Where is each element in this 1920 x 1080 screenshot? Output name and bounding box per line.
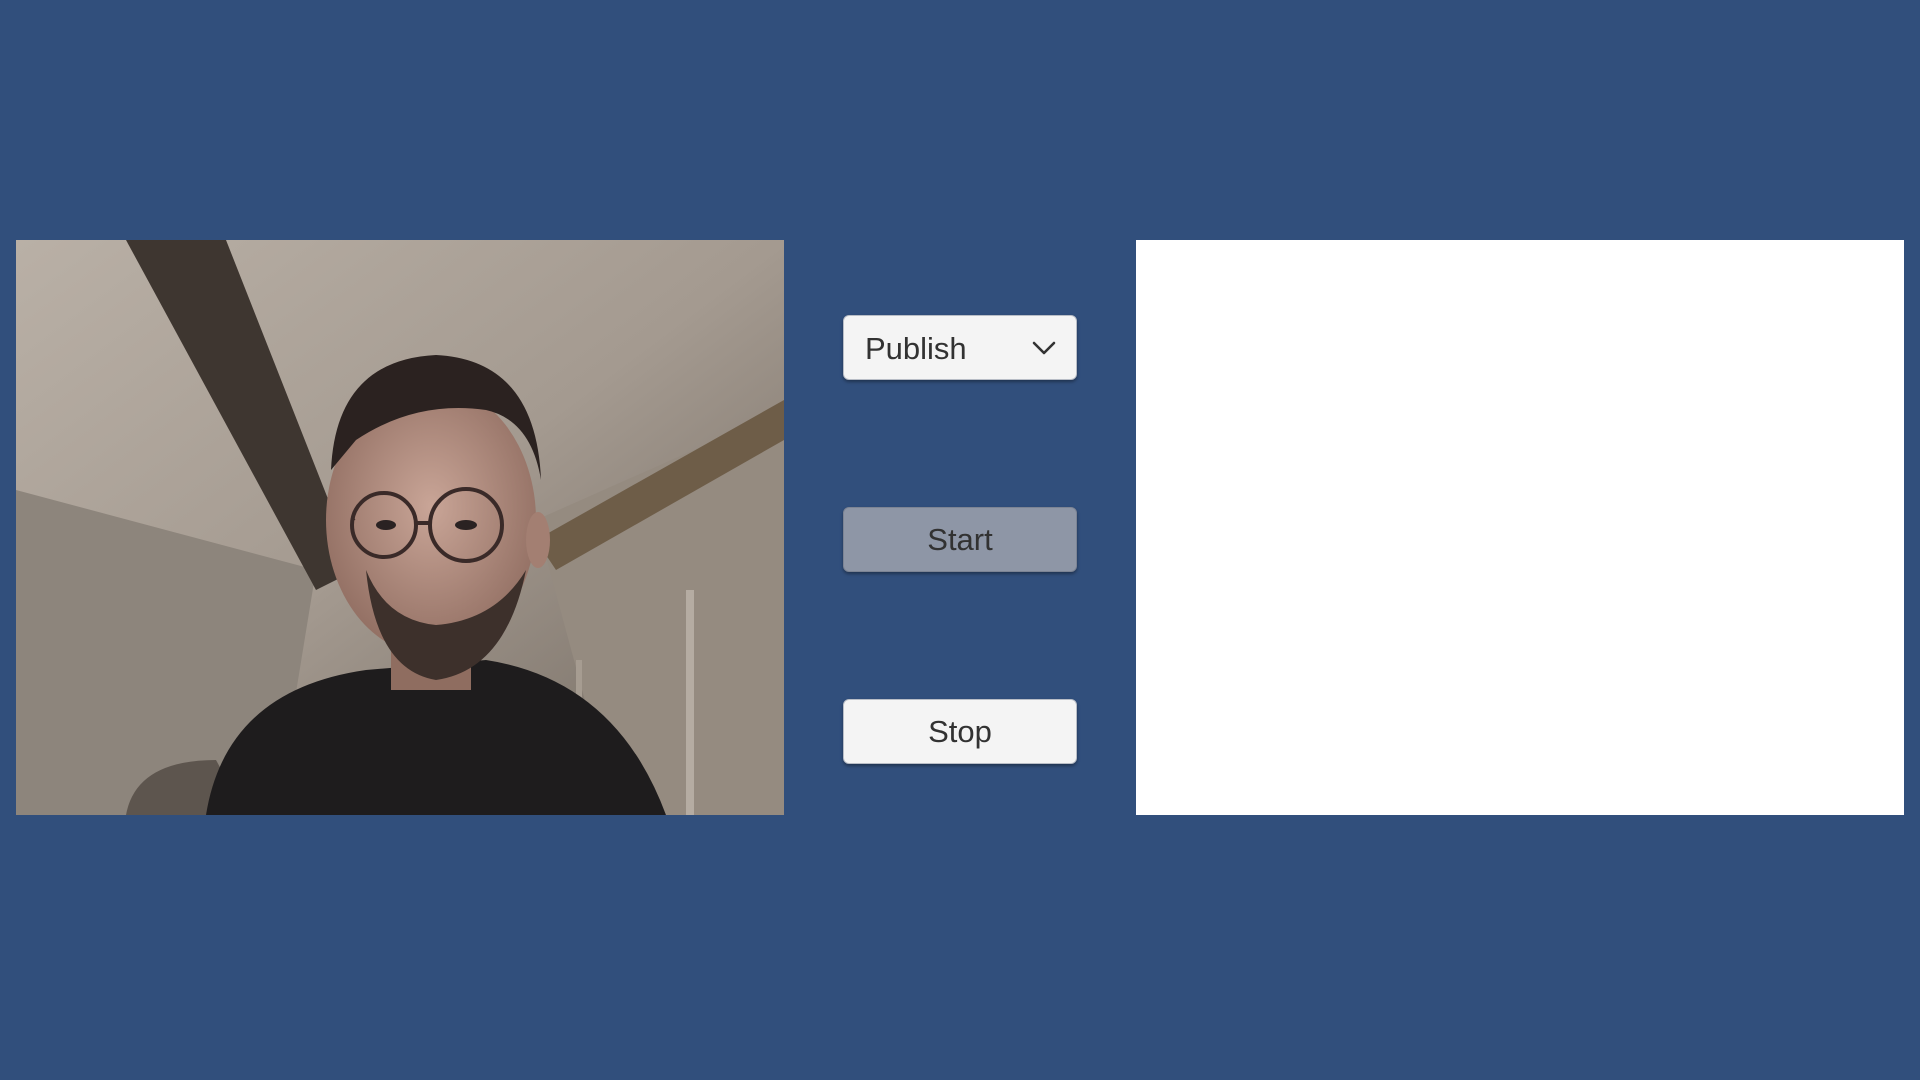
start-button[interactable]: Start: [843, 507, 1077, 572]
local-video-preview: [16, 240, 784, 815]
remote-video-view: [1136, 240, 1904, 815]
chevron-down-icon: [1032, 341, 1056, 355]
controls-panel: Publish Start Stop: [843, 0, 1077, 1080]
stop-button[interactable]: Stop: [843, 699, 1077, 764]
stop-button-label: Stop: [928, 713, 992, 749]
start-button-label: Start: [927, 521, 993, 557]
camera-frame-image: [16, 240, 784, 815]
mode-dropdown[interactable]: Publish: [843, 315, 1077, 380]
app-stage: Publish Start Stop: [0, 0, 1920, 1080]
mode-dropdown-value: Publish: [865, 331, 967, 366]
